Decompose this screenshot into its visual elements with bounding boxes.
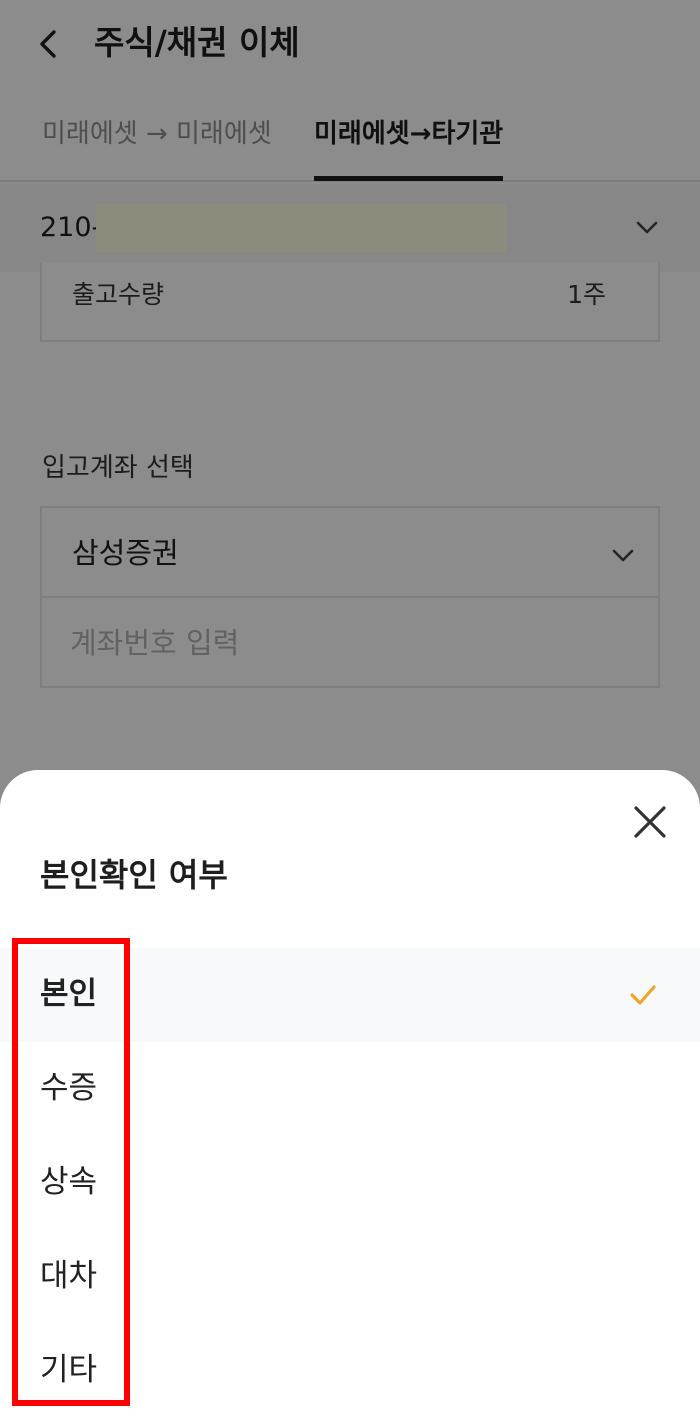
sheet-title: 본인확인 여부 [40, 856, 228, 894]
close-icon [634, 806, 666, 838]
close-button[interactable] [628, 800, 672, 844]
highlight-box [12, 938, 130, 1406]
check-icon [630, 985, 656, 1005]
identity-check-sheet: 본인확인 여부 본인 수증 상속 대차 기타 [0, 770, 700, 1412]
